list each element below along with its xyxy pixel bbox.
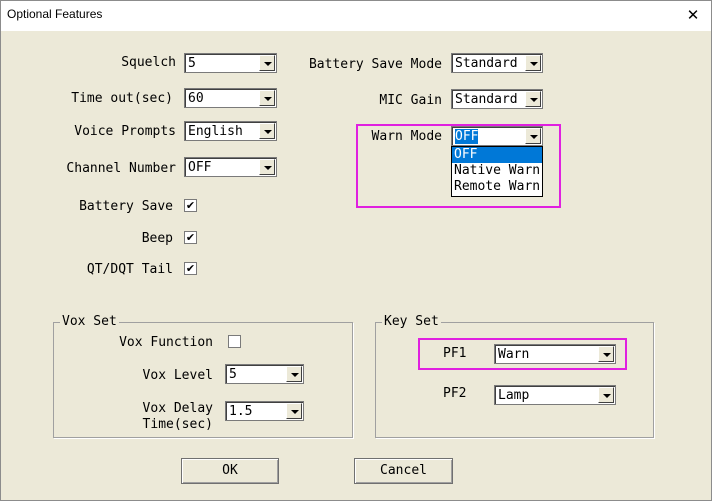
pf1-label: PF1 [443, 346, 467, 361]
qt-dqt-tail-label: QT/DQT Tail [86, 262, 173, 277]
timeout-select[interactable]: 60 [184, 88, 277, 108]
vox-delay-label-line2: Time(sec) [142, 417, 213, 432]
chevron-down-icon[interactable] [259, 123, 275, 139]
vox-function-checkbox[interactable] [228, 335, 241, 348]
vox-set-label: Vox Set [60, 314, 119, 329]
voice-prompts-label: Voice Prompts [74, 124, 176, 139]
title-bar: Optional Features ✕ [1, 1, 711, 31]
vox-delay-select[interactable]: 1.5 [225, 401, 304, 421]
optional-features-dialog: Optional Features ✕ Squelch 5 Time out(s… [0, 0, 712, 501]
pf2-label: PF2 [443, 386, 467, 401]
close-icon[interactable]: ✕ [683, 5, 703, 25]
warn-option-native[interactable]: Native Warn [452, 163, 542, 179]
vox-delay-value: 1.5 [229, 404, 253, 419]
warn-mode-value: OFF [455, 129, 479, 144]
pf2-select[interactable]: Lamp [494, 385, 616, 405]
squelch-select[interactable]: 5 [184, 53, 277, 73]
battery-save-mode-label: Battery Save Mode [308, 57, 442, 72]
beep-checkbox[interactable]: ✔ [184, 231, 197, 244]
qt-dqt-tail-checkbox[interactable]: ✔ [184, 262, 197, 275]
channel-number-label: Channel Number [66, 161, 176, 176]
battery-save-label: Battery Save [79, 199, 173, 214]
mic-gain-select[interactable]: Standard [451, 89, 543, 109]
channel-number-select[interactable]: OFF [184, 157, 277, 177]
chevron-down-icon[interactable] [259, 159, 275, 175]
vox-level-select[interactable]: 5 [225, 364, 304, 384]
squelch-value: 5 [188, 56, 196, 71]
timeout-value: 60 [188, 91, 204, 106]
chevron-down-icon[interactable] [598, 346, 614, 362]
chevron-down-icon[interactable] [286, 366, 302, 382]
squelch-label: Squelch [121, 55, 176, 70]
pf2-value: Lamp [498, 388, 530, 403]
battery-save-mode-select[interactable]: Standard [451, 53, 543, 73]
warn-mode-select[interactable]: OFF [451, 126, 543, 146]
timeout-label: Time out(sec) [71, 91, 173, 106]
mic-gain-value: Standard [455, 92, 518, 107]
warn-option-remote[interactable]: Remote Warn [452, 179, 542, 195]
chevron-down-icon[interactable] [259, 55, 275, 71]
warn-mode-label: Warn Mode [371, 129, 442, 144]
pf1-select[interactable]: Warn [494, 344, 616, 364]
warn-option-off[interactable]: OFF [452, 147, 542, 163]
vox-level-value: 5 [229, 367, 237, 382]
pf1-value: Warn [498, 347, 530, 362]
voice-prompts-value: English [188, 124, 243, 139]
beep-label: Beep [141, 231, 173, 246]
chevron-down-icon[interactable] [525, 55, 541, 71]
vox-delay-label-line1: Vox Delay [142, 401, 213, 416]
chevron-down-icon[interactable] [286, 403, 302, 419]
chevron-down-icon[interactable] [525, 91, 541, 107]
mic-gain-label: MIC Gain [379, 93, 442, 108]
channel-number-value: OFF [188, 160, 212, 175]
vox-function-label: Vox Function [119, 335, 213, 350]
voice-prompts-select[interactable]: English [184, 121, 277, 141]
warn-mode-dropdown-list: OFF Native Warn Remote Warn [451, 146, 543, 197]
chevron-down-icon[interactable] [525, 128, 541, 144]
battery-save-checkbox[interactable]: ✔ [184, 199, 197, 212]
vox-level-label: Vox Level [142, 368, 213, 383]
chevron-down-icon[interactable] [598, 387, 614, 403]
chevron-down-icon[interactable] [259, 90, 275, 106]
battery-save-mode-value: Standard [455, 56, 518, 71]
key-set-label: Key Set [382, 314, 441, 329]
dialog-title: Optional Features [7, 7, 103, 21]
dialog-body: Squelch 5 Time out(sec) 60 Voice Prompts… [3, 31, 709, 499]
ok-button[interactable]: OK [181, 458, 279, 484]
cancel-button[interactable]: Cancel [354, 458, 453, 484]
